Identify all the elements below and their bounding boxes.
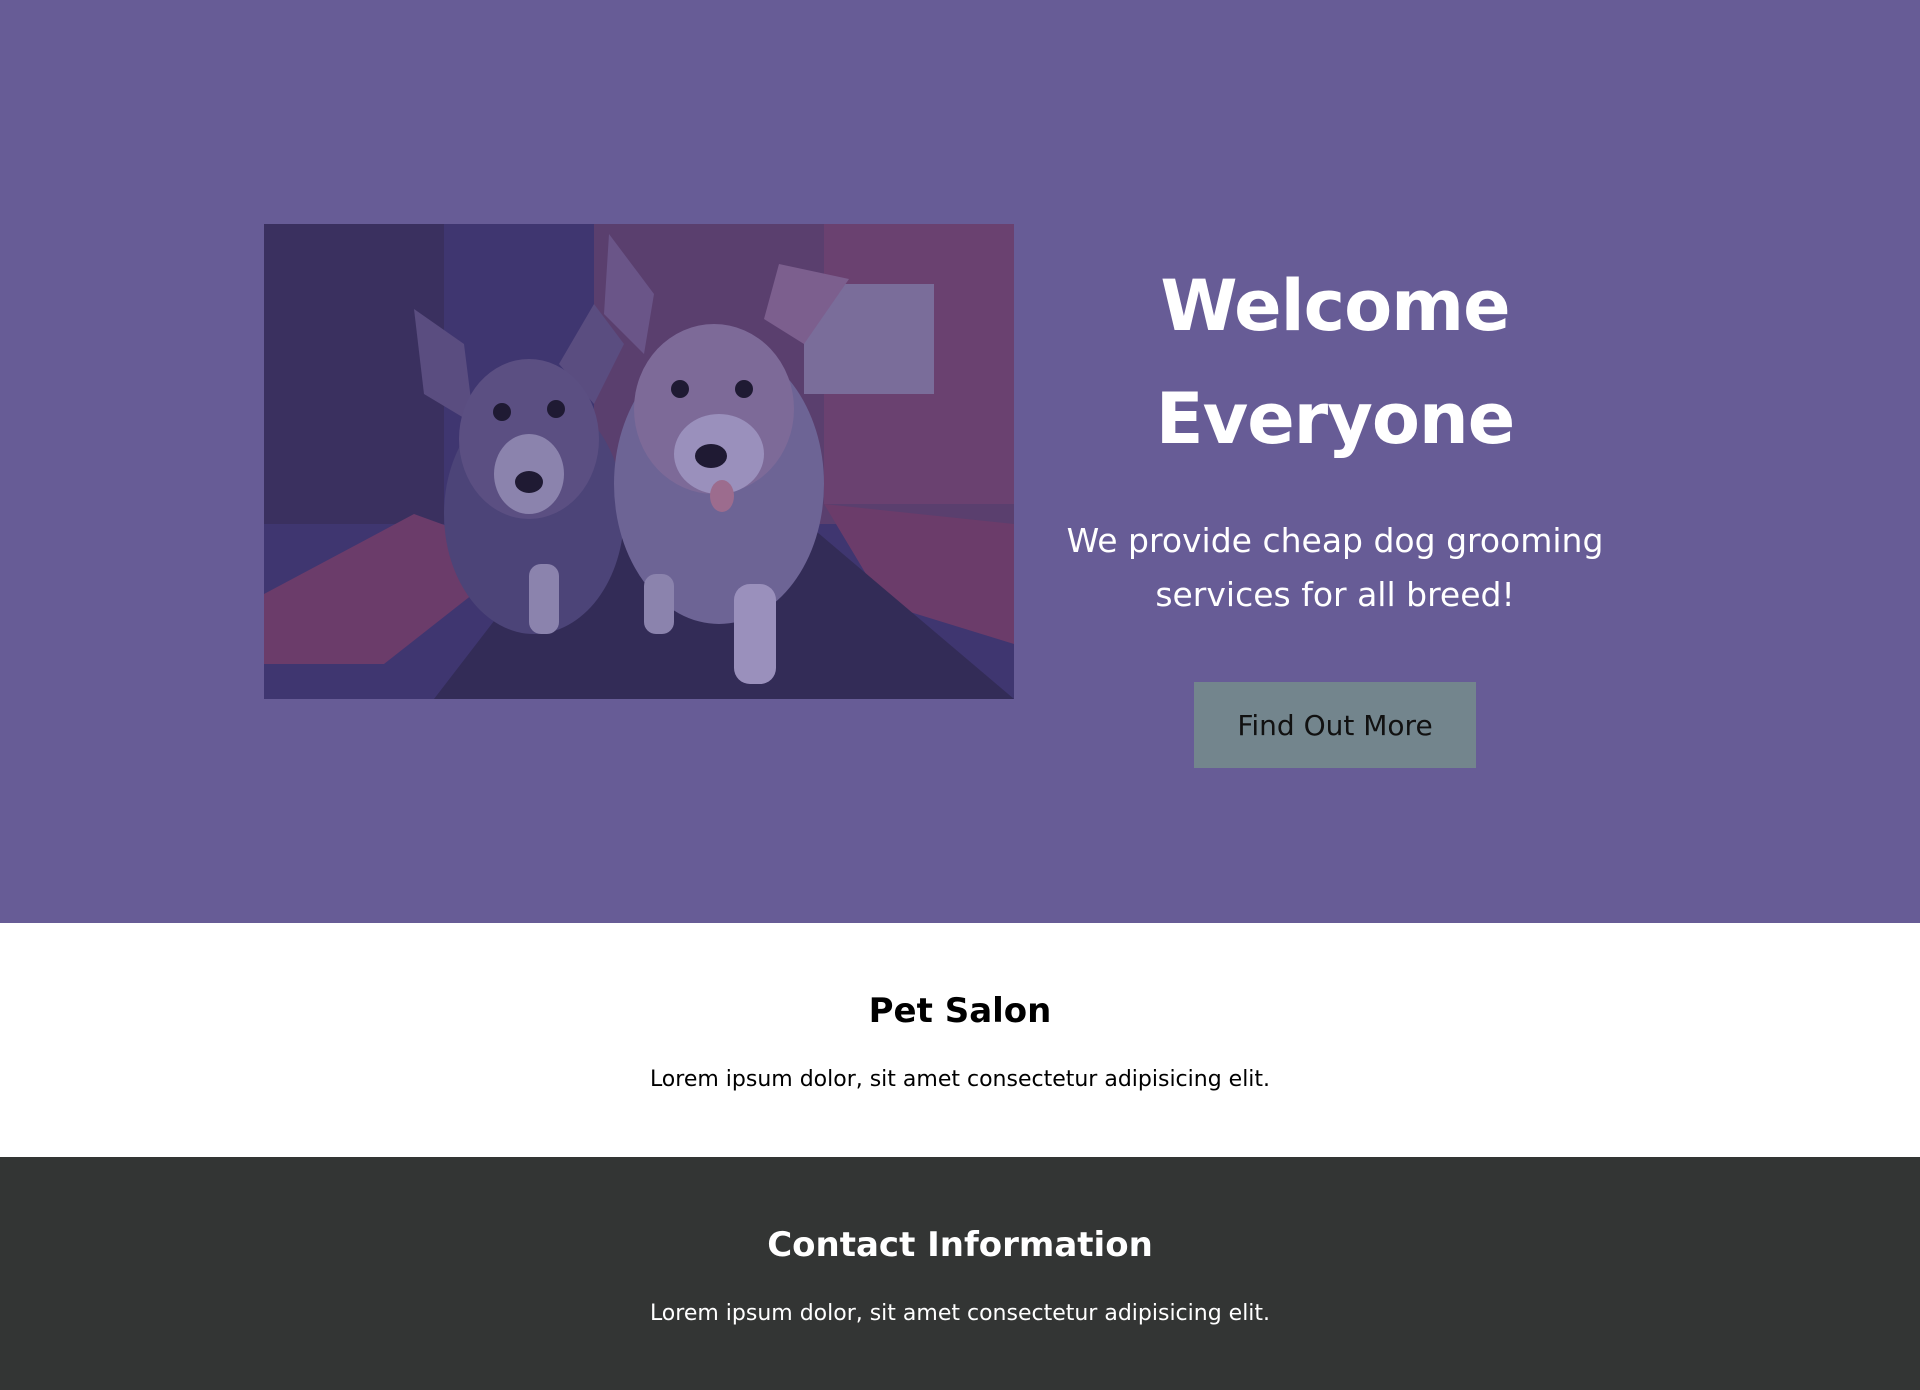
pet-salon-text: Lorem ipsum dolor, sit amet consectetur … <box>649 1067 1271 1092</box>
hero-title-line1: Welcome <box>1160 265 1510 347</box>
contact-heading: Contact Information <box>767 1225 1153 1265</box>
contact-section: Contact Information Lorem ipsum dolor, s… <box>0 1157 1920 1390</box>
dogs-photo <box>264 224 1014 699</box>
hero-text-block: Welcome Everyone We provide cheap dog gr… <box>1035 250 1635 768</box>
find-out-more-button[interactable]: Find Out More <box>1194 682 1476 768</box>
pet-salon-heading: Pet Salon <box>868 991 1052 1031</box>
contact-text: Lorem ipsum dolor, sit amet consectetur … <box>649 1301 1271 1326</box>
dogs-photo-illustration <box>264 224 1014 699</box>
hero-subtitle: We provide cheap dog grooming services f… <box>1066 521 1604 614</box>
hero-section: Welcome Everyone We provide cheap dog gr… <box>0 0 1920 923</box>
hero-title-line2: Everyone <box>1155 378 1515 460</box>
hero-title: Welcome Everyone <box>1035 250 1635 476</box>
pet-salon-section: Pet Salon Lorem ipsum dolor, sit amet co… <box>0 923 1920 1157</box>
